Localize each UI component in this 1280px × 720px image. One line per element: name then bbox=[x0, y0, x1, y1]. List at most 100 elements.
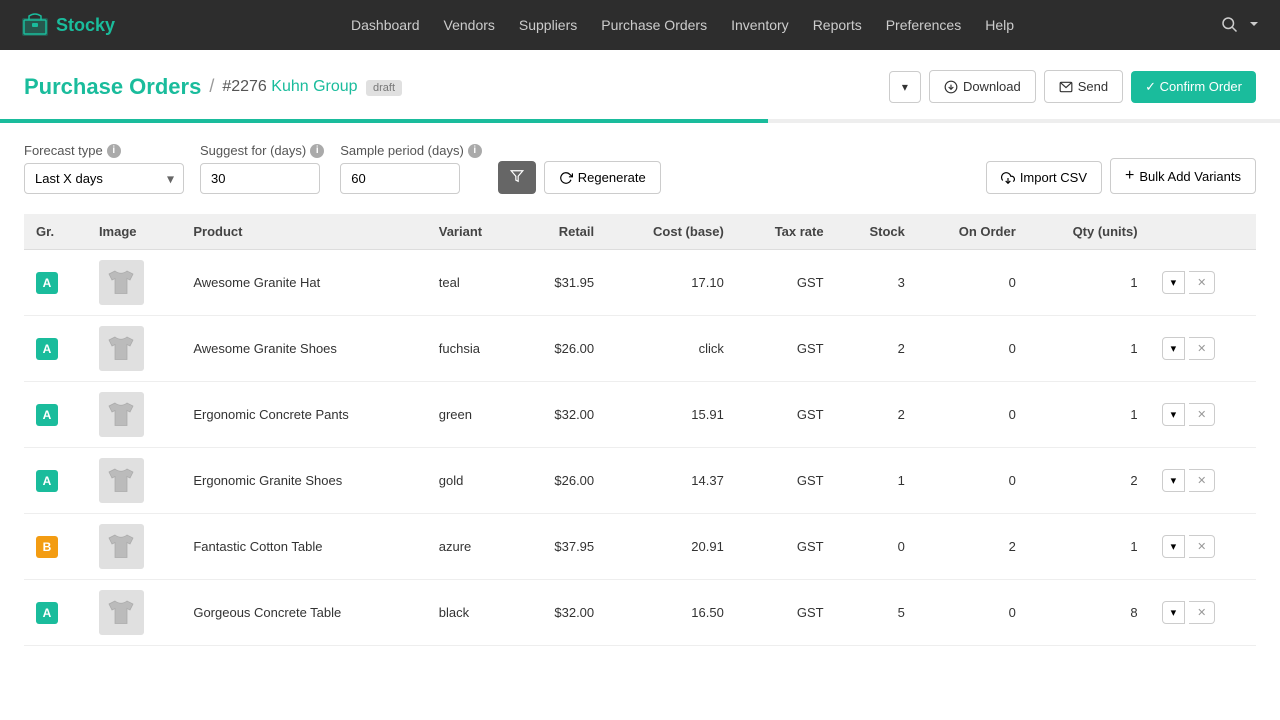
send-button[interactable]: Send bbox=[1044, 70, 1123, 103]
suggest-info-icon[interactable]: i bbox=[310, 144, 324, 158]
import-csv-button[interactable]: Import CSV bbox=[986, 161, 1102, 194]
import-bulk-buttons: Import CSV + Bulk Add Variants bbox=[986, 158, 1256, 194]
row-delete-button[interactable]: ✕ bbox=[1189, 337, 1215, 360]
nav-purchase-orders[interactable]: Purchase Orders bbox=[601, 17, 707, 33]
sample-days-group: Sample period (days) i bbox=[340, 143, 482, 194]
cell-tax-rate: GST bbox=[736, 382, 836, 448]
cell-product: Gorgeous Concrete Table bbox=[181, 580, 426, 646]
row-delete-button[interactable]: ✕ bbox=[1189, 601, 1215, 624]
sample-info-icon[interactable]: i bbox=[468, 144, 482, 158]
row-delete-button[interactable]: ✕ bbox=[1189, 469, 1215, 492]
grade-badge: A bbox=[36, 602, 58, 624]
logo[interactable]: Stocky bbox=[20, 10, 115, 40]
row-dropdown-button[interactable]: ▾ bbox=[1162, 535, 1186, 558]
cell-on-order: 0 bbox=[917, 448, 1028, 514]
grade-badge: B bbox=[36, 536, 58, 558]
cell-tax-rate: GST bbox=[736, 250, 836, 316]
nav-right bbox=[1220, 15, 1260, 36]
row-dropdown-button[interactable]: ▾ bbox=[1162, 271, 1186, 294]
row-dropdown-button[interactable]: ▾ bbox=[1162, 601, 1186, 624]
cell-retail: $32.00 bbox=[519, 382, 606, 448]
forecast-type-select[interactable]: Last X days Last 30 days Last 60 days La… bbox=[24, 163, 184, 194]
table-row: A Awesome Granite Hat teal $31.95 17.10 … bbox=[24, 250, 1256, 316]
filter-button[interactable] bbox=[498, 161, 536, 194]
nav-preferences[interactable]: Preferences bbox=[886, 17, 961, 33]
nav-help[interactable]: Help bbox=[985, 17, 1014, 33]
nav-dashboard[interactable]: Dashboard bbox=[351, 17, 420, 33]
cell-qty: 8 bbox=[1028, 580, 1150, 646]
plus-icon: + bbox=[1125, 167, 1134, 185]
download-button[interactable]: Download bbox=[929, 70, 1036, 103]
breadcrumb-separator: / bbox=[209, 76, 214, 97]
cell-on-order: 0 bbox=[917, 580, 1028, 646]
cell-retail: $26.00 bbox=[519, 316, 606, 382]
bulk-add-variants-button[interactable]: + Bulk Add Variants bbox=[1110, 158, 1256, 194]
cell-actions: ▾ ✕ bbox=[1150, 316, 1256, 382]
row-dropdown-button[interactable]: ▾ bbox=[1162, 337, 1186, 360]
suggest-days-label: Suggest for (days) i bbox=[200, 143, 324, 158]
suggest-days-input[interactable] bbox=[200, 163, 320, 194]
cell-on-order: 0 bbox=[917, 250, 1028, 316]
cell-image bbox=[87, 316, 181, 382]
tshirt-icon bbox=[103, 397, 139, 433]
row-action-buttons: ▾ ✕ bbox=[1162, 469, 1244, 492]
filter-action-buttons: Regenerate bbox=[498, 161, 661, 194]
nav-suppliers[interactable]: Suppliers bbox=[519, 17, 577, 33]
page-header: Purchase Orders / #2276 Kuhn Group draft… bbox=[0, 50, 1280, 103]
sample-days-input[interactable] bbox=[340, 163, 460, 194]
cell-qty: 1 bbox=[1028, 382, 1150, 448]
status-badge: draft bbox=[366, 80, 402, 96]
row-dropdown-button[interactable]: ▾ bbox=[1162, 403, 1186, 426]
tshirt-icon bbox=[103, 595, 139, 631]
cell-tax-rate: GST bbox=[736, 580, 836, 646]
table-row: A Gorgeous Concrete Table black $32.00 1… bbox=[24, 580, 1256, 646]
nav-vendors[interactable]: Vendors bbox=[444, 17, 495, 33]
col-tax-rate: Tax rate bbox=[736, 214, 836, 250]
cell-retail: $37.95 bbox=[519, 514, 606, 580]
forecast-type-group: Forecast type i Last X days Last 30 days… bbox=[24, 143, 184, 194]
cell-variant: black bbox=[427, 580, 519, 646]
search-icon[interactable] bbox=[1220, 15, 1238, 36]
forecast-info-icon[interactable]: i bbox=[107, 144, 121, 158]
table-body: A Awesome Granite Hat teal $31.95 17.10 … bbox=[24, 250, 1256, 646]
breadcrumb-main-link[interactable]: Purchase Orders bbox=[24, 74, 201, 100]
cell-cost: 15.91 bbox=[606, 382, 736, 448]
cell-product: Fantastic Cotton Table bbox=[181, 514, 426, 580]
row-delete-button[interactable]: ✕ bbox=[1189, 271, 1215, 294]
col-variant: Variant bbox=[427, 214, 519, 250]
cell-stock: 2 bbox=[836, 382, 917, 448]
breadcrumb-order-id: #2276 Kuhn Group draft bbox=[222, 78, 402, 96]
cell-grade: B bbox=[24, 514, 87, 580]
confirm-order-button[interactable]: ✓ Confirm Order bbox=[1131, 71, 1256, 103]
table-row: A Ergonomic Granite Shoes gold $26.00 14… bbox=[24, 448, 1256, 514]
cell-qty: 1 bbox=[1028, 250, 1150, 316]
regenerate-icon bbox=[559, 171, 573, 185]
table-container: Gr. Image Product Variant Retail Cost (b… bbox=[0, 214, 1280, 646]
row-delete-button[interactable]: ✕ bbox=[1189, 403, 1215, 426]
col-actions bbox=[1150, 214, 1256, 250]
row-dropdown-button[interactable]: ▾ bbox=[1162, 469, 1186, 492]
regenerate-button[interactable]: Regenerate bbox=[544, 161, 661, 194]
dropdown-button[interactable]: ▾ bbox=[889, 71, 921, 103]
row-delete-button[interactable]: ✕ bbox=[1189, 535, 1215, 558]
grade-badge: A bbox=[36, 338, 58, 360]
row-action-buttons: ▾ ✕ bbox=[1162, 337, 1244, 360]
cell-image bbox=[87, 448, 181, 514]
cell-cost: 17.10 bbox=[606, 250, 736, 316]
logo-icon bbox=[20, 10, 50, 40]
tshirt-icon bbox=[103, 529, 139, 565]
cell-product: Awesome Granite Hat bbox=[181, 250, 426, 316]
col-image: Image bbox=[87, 214, 181, 250]
cell-actions: ▾ ✕ bbox=[1150, 382, 1256, 448]
nav-reports[interactable]: Reports bbox=[813, 17, 862, 33]
cell-product: Awesome Granite Shoes bbox=[181, 316, 426, 382]
cell-qty: 1 bbox=[1028, 316, 1150, 382]
nav-inventory[interactable]: Inventory bbox=[731, 17, 789, 33]
breadcrumb-supplier-link[interactable]: Kuhn Group bbox=[271, 78, 357, 95]
sample-days-label: Sample period (days) i bbox=[340, 143, 482, 158]
cell-actions: ▾ ✕ bbox=[1150, 514, 1256, 580]
col-cost: Cost (base) bbox=[606, 214, 736, 250]
cell-retail: $26.00 bbox=[519, 448, 606, 514]
col-qty: Qty (units) bbox=[1028, 214, 1150, 250]
nav-caret-icon[interactable] bbox=[1248, 17, 1260, 33]
